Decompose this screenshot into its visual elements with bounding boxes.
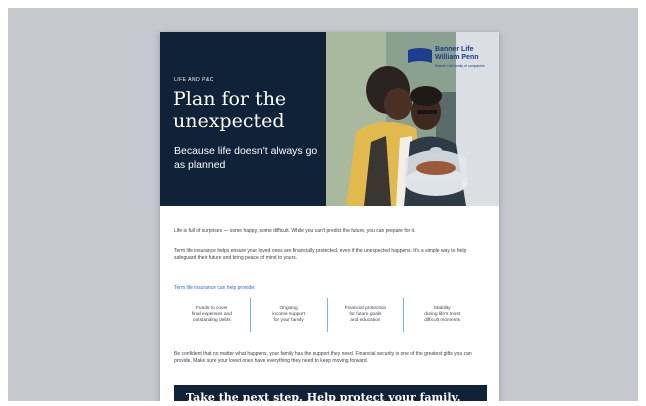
benefit-item: Funds to cover final expenses and outsta… (191, 306, 232, 323)
flyer-page: LIFE AND P&C Plan for the unexpected Bec… (160, 32, 499, 401)
flag-logo-icon (408, 48, 432, 63)
brand-tagline: Banner Life family of companies (435, 64, 485, 68)
benefits-row: Funds to cover final expenses and outsta… (174, 298, 480, 332)
closing-paragraph: Be confident that no matter what happens… (174, 351, 472, 364)
hero-text-panel: LIFE AND P&C Plan for the unexpected Bec… (160, 32, 326, 206)
term-life-paragraph: Term life insurance helps ensure your lo… (174, 248, 467, 261)
headline: Plan for the unexpected (173, 88, 287, 132)
cta-banner: Take the next step. Help protect your fa… (174, 385, 487, 401)
document-preview-canvas: LIFE AND P&C Plan for the unexpected Bec… (8, 8, 638, 401)
subheadline: Because life doesn't always go as planne… (174, 145, 318, 171)
brand-name: Banner Life William Penn (435, 46, 479, 62)
benefit-item: Stability during life's most difficult m… (403, 298, 480, 332)
benefit-item: Ongoing income support for your family (249, 298, 327, 332)
brand-logo: Banner Life William Penn Banner Life fam… (408, 46, 496, 72)
eyebrow-label: LIFE AND P&C (174, 77, 214, 83)
cta-banner-text: Take the next step. Help protect your fa… (186, 391, 461, 401)
brand-name-line1: Banner Life (435, 46, 474, 53)
hero-section: LIFE AND P&C Plan for the unexpected Bec… (160, 32, 499, 206)
hero-photo: Banner Life William Penn Banner Life fam… (326, 32, 499, 206)
benefits-callout: Term life insurance can help provide: (174, 285, 256, 291)
benefit-item: Financial protection for future goals an… (326, 298, 404, 332)
intro-paragraph: Life is full of surprises — some happy, … (174, 228, 416, 234)
brand-name-line2: William Penn (435, 54, 479, 61)
